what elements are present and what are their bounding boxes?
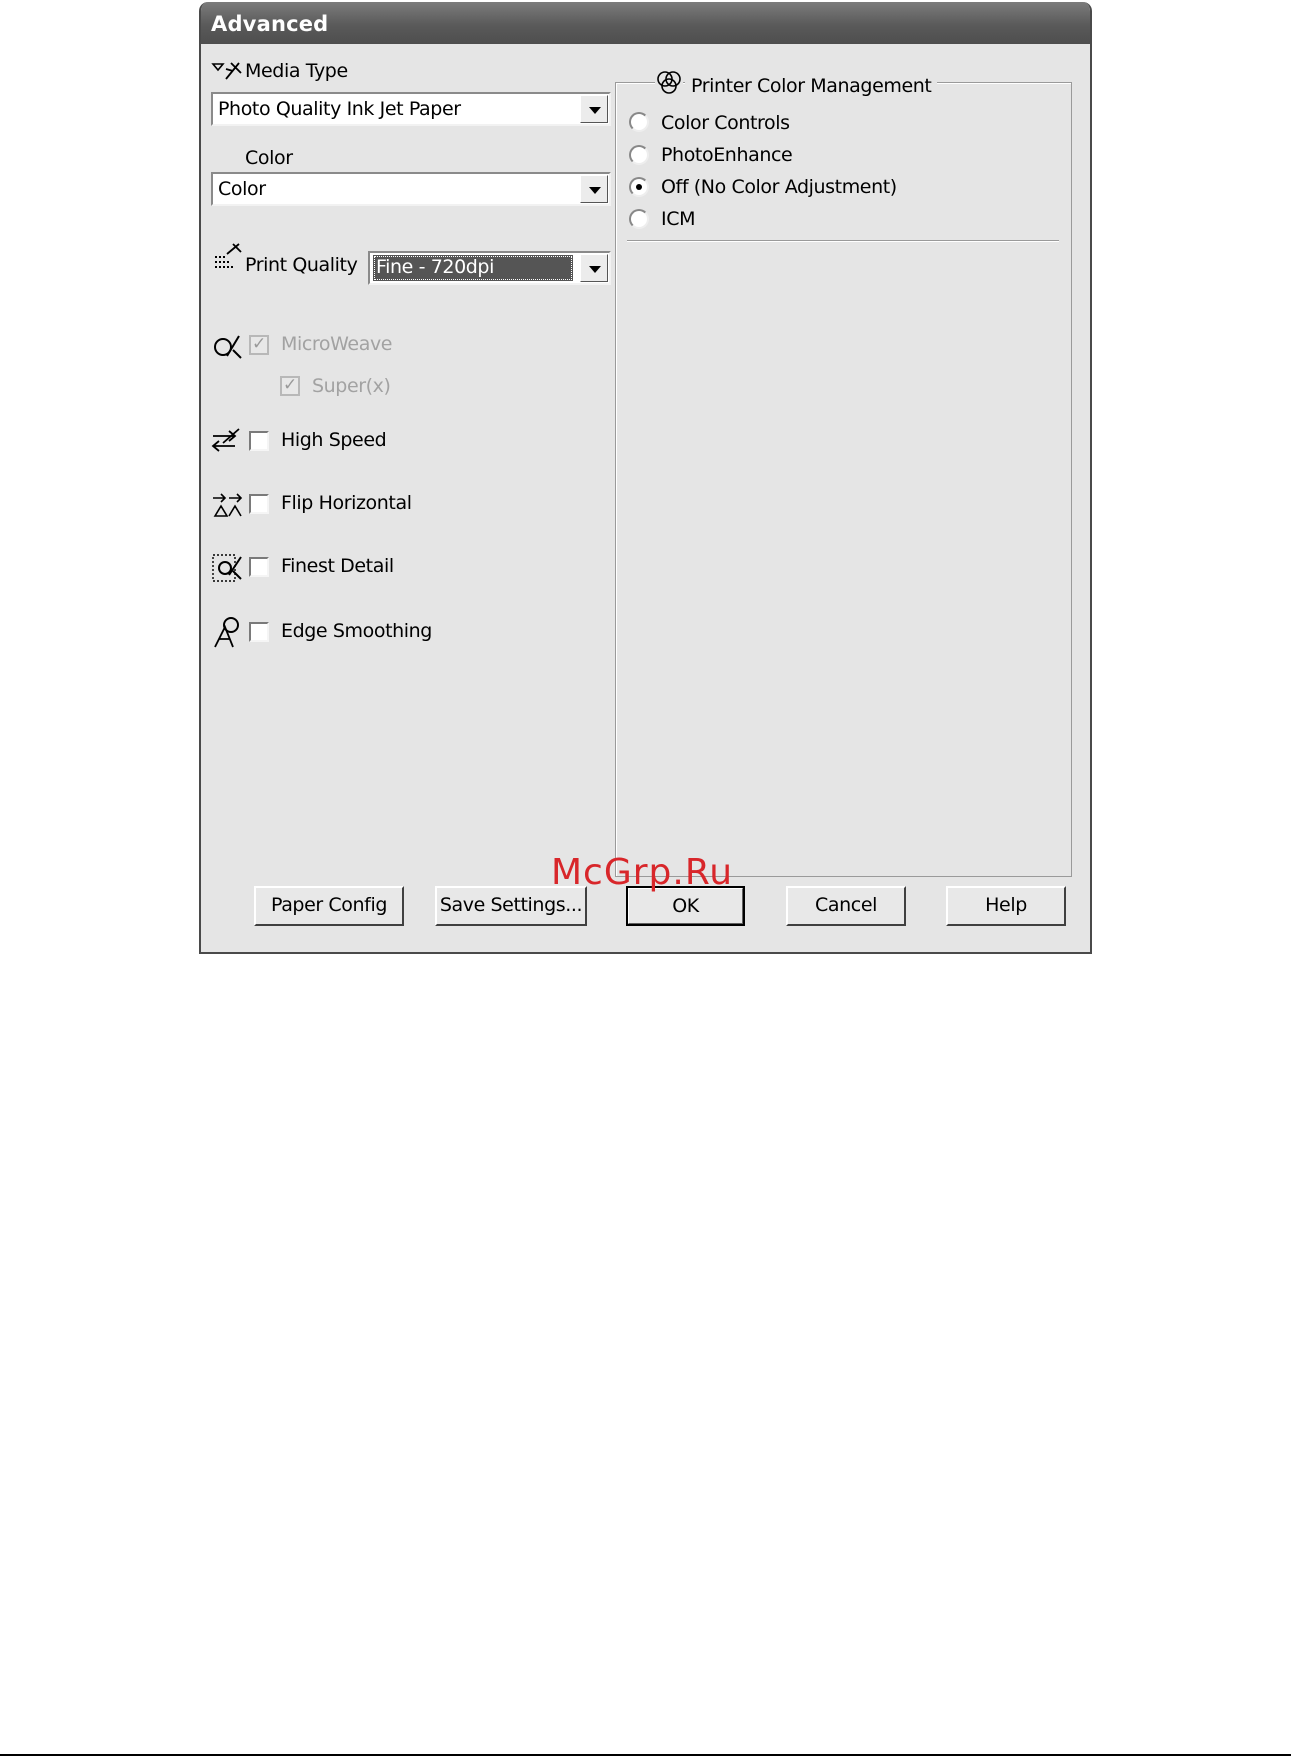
photoenhance-radio[interactable] [629, 145, 649, 165]
high-speed-label[interactable]: High Speed [281, 429, 387, 451]
microweave-label: MicroWeave [281, 333, 393, 355]
edge-smoothing-icon [211, 615, 243, 649]
ok-button-label: OK [628, 888, 743, 924]
divider [627, 240, 1059, 241]
color-controls-radio[interactable] [629, 112, 649, 132]
print-quality-select[interactable]: Fine - 720dpi [368, 251, 611, 285]
advanced-dialog: Advanced Media Type Photo Quality Ink Je… [199, 2, 1092, 954]
help-button[interactable]: Help [946, 886, 1066, 926]
color-controls-label[interactable]: Color Controls [661, 112, 790, 134]
title-bar[interactable]: Advanced [201, 2, 1090, 44]
window-title: Advanced [211, 12, 329, 36]
photoenhance-label[interactable]: PhotoEnhance [661, 144, 793, 166]
finest-detail-icon [211, 553, 243, 583]
high-speed-icon [211, 427, 243, 455]
cancel-button[interactable]: Cancel [786, 886, 906, 926]
media-type-icon [211, 59, 243, 83]
checkmark-icon: ✓ [252, 334, 267, 354]
color-management-group [615, 82, 1072, 877]
color-label: Color [245, 147, 293, 169]
checkmark-icon: ✓ [283, 375, 298, 395]
color-value: Color [218, 178, 266, 200]
chevron-down-icon[interactable] [580, 95, 608, 123]
flip-horizontal-label[interactable]: Flip Horizontal [281, 492, 412, 514]
edge-smoothing-checkbox[interactable] [249, 622, 269, 642]
superx-checkbox: ✓ [280, 375, 300, 396]
flip-horizontal-icon [211, 490, 243, 518]
flip-horizontal-checkbox[interactable] [249, 494, 269, 514]
media-type-select[interactable]: Photo Quality Ink Jet Paper [211, 92, 611, 126]
media-type-label: Media Type [245, 60, 348, 82]
print-quality-label: Print Quality [245, 254, 358, 276]
microweave-checkbox: ✓ [249, 334, 269, 355]
edge-smoothing-label[interactable]: Edge Smoothing [281, 620, 432, 642]
watermark: McGrp.Ru [551, 852, 734, 893]
paper-config-button[interactable]: Paper Config [254, 886, 404, 926]
media-type-value: Photo Quality Ink Jet Paper [218, 98, 461, 120]
icm-radio[interactable] [629, 209, 649, 229]
print-quality-value: Fine - 720dpi [373, 255, 573, 281]
chevron-down-icon[interactable] [580, 175, 608, 203]
high-speed-checkbox[interactable] [249, 431, 269, 451]
superx-label: Super(x) [312, 375, 391, 397]
finest-detail-checkbox[interactable] [249, 557, 269, 577]
microweave-icon [211, 332, 243, 362]
page-bottom-rule [0, 1754, 1291, 1756]
chevron-down-icon[interactable] [580, 254, 608, 282]
off-no-color-adjustment-label[interactable]: Off (No Color Adjustment) [661, 176, 897, 198]
finest-detail-label[interactable]: Finest Detail [281, 555, 394, 577]
off-no-color-adjustment-radio[interactable] [629, 177, 649, 197]
color-select[interactable]: Color [211, 172, 611, 206]
print-quality-icon [213, 242, 243, 272]
icm-label[interactable]: ICM [661, 208, 695, 230]
color-management-title: Printer Color Management [685, 75, 938, 97]
color-circles-icon [655, 70, 683, 96]
